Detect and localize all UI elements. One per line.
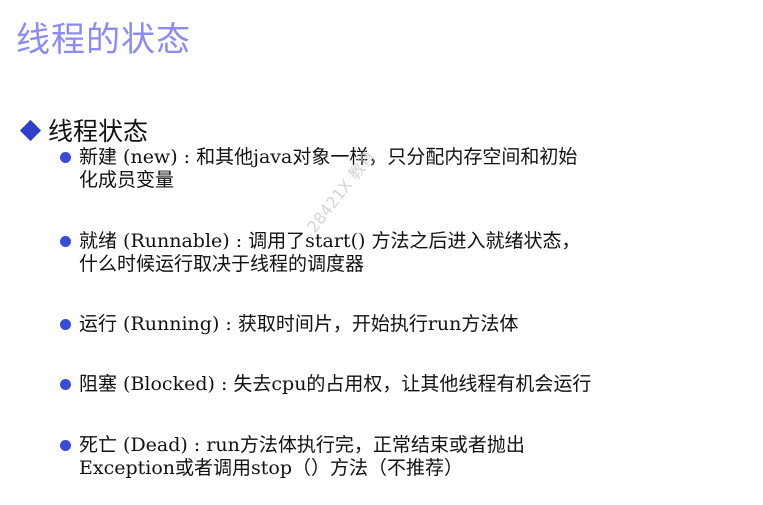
list-item-line: 运行 (Running) : 获取时间片，开始执行run方法体	[79, 313, 519, 335]
section-heading-text: 线程状态	[48, 117, 149, 146]
list-item-line: 什么时候运行取决于线程的调度器	[79, 253, 365, 275]
list-item-line: 死亡 (Dead) : run方法体执行完，正常结束或者抛出	[79, 434, 525, 456]
list-item-text: 运行 (Running) : 获取时间片，开始执行run方法体	[79, 313, 518, 336]
circle-bullet-icon	[60, 440, 71, 451]
list-item-text: 阻塞 (Blocked) : 失去cpu的占用权，让其他线程有机会运行	[79, 373, 591, 396]
slide-title: 线程的状态	[16, 20, 191, 60]
circle-bullet-icon	[60, 152, 71, 163]
circle-bullet-icon	[60, 236, 71, 247]
list-item-dead: 死亡 (Dead) : run方法体执行完，正常结束或者抛出 Exception…	[60, 434, 525, 480]
list-item-text: 死亡 (Dead) : run方法体执行完，正常结束或者抛出 Exception…	[79, 434, 525, 480]
list-item-runnable: 就绪 (Runnable) : 调用了start() 方法之后进入就绪状态， 什…	[60, 230, 580, 276]
section-heading: 线程状态	[19, 112, 149, 148]
list-item-line: Exception或者调用stop（）方法（不推荐）	[79, 457, 464, 479]
list-item-line: 新建 (new) : 和其他java对象一样，只分配内存空间和初始	[79, 146, 578, 168]
circle-bullet-icon	[60, 379, 71, 390]
list-item-line: 阻塞 (Blocked) : 失去cpu的占用权，让其他线程有机会运行	[79, 373, 592, 395]
list-item-new: 新建 (new) : 和其他java对象一样，只分配内存空间和初始 化成员变量	[60, 146, 577, 192]
list-item-text: 就绪 (Runnable) : 调用了start() 方法之后进入就绪状态， 什…	[79, 230, 580, 276]
list-item-blocked: 阻塞 (Blocked) : 失去cpu的占用权，让其他线程有机会运行	[60, 373, 591, 396]
list-item-running: 运行 (Running) : 获取时间片，开始执行run方法体	[60, 313, 518, 336]
diamond-bullet-icon	[19, 119, 42, 141]
list-item-line: 就绪 (Runnable) : 调用了start() 方法之后进入就绪状态，	[79, 230, 581, 252]
circle-bullet-icon	[60, 319, 71, 330]
